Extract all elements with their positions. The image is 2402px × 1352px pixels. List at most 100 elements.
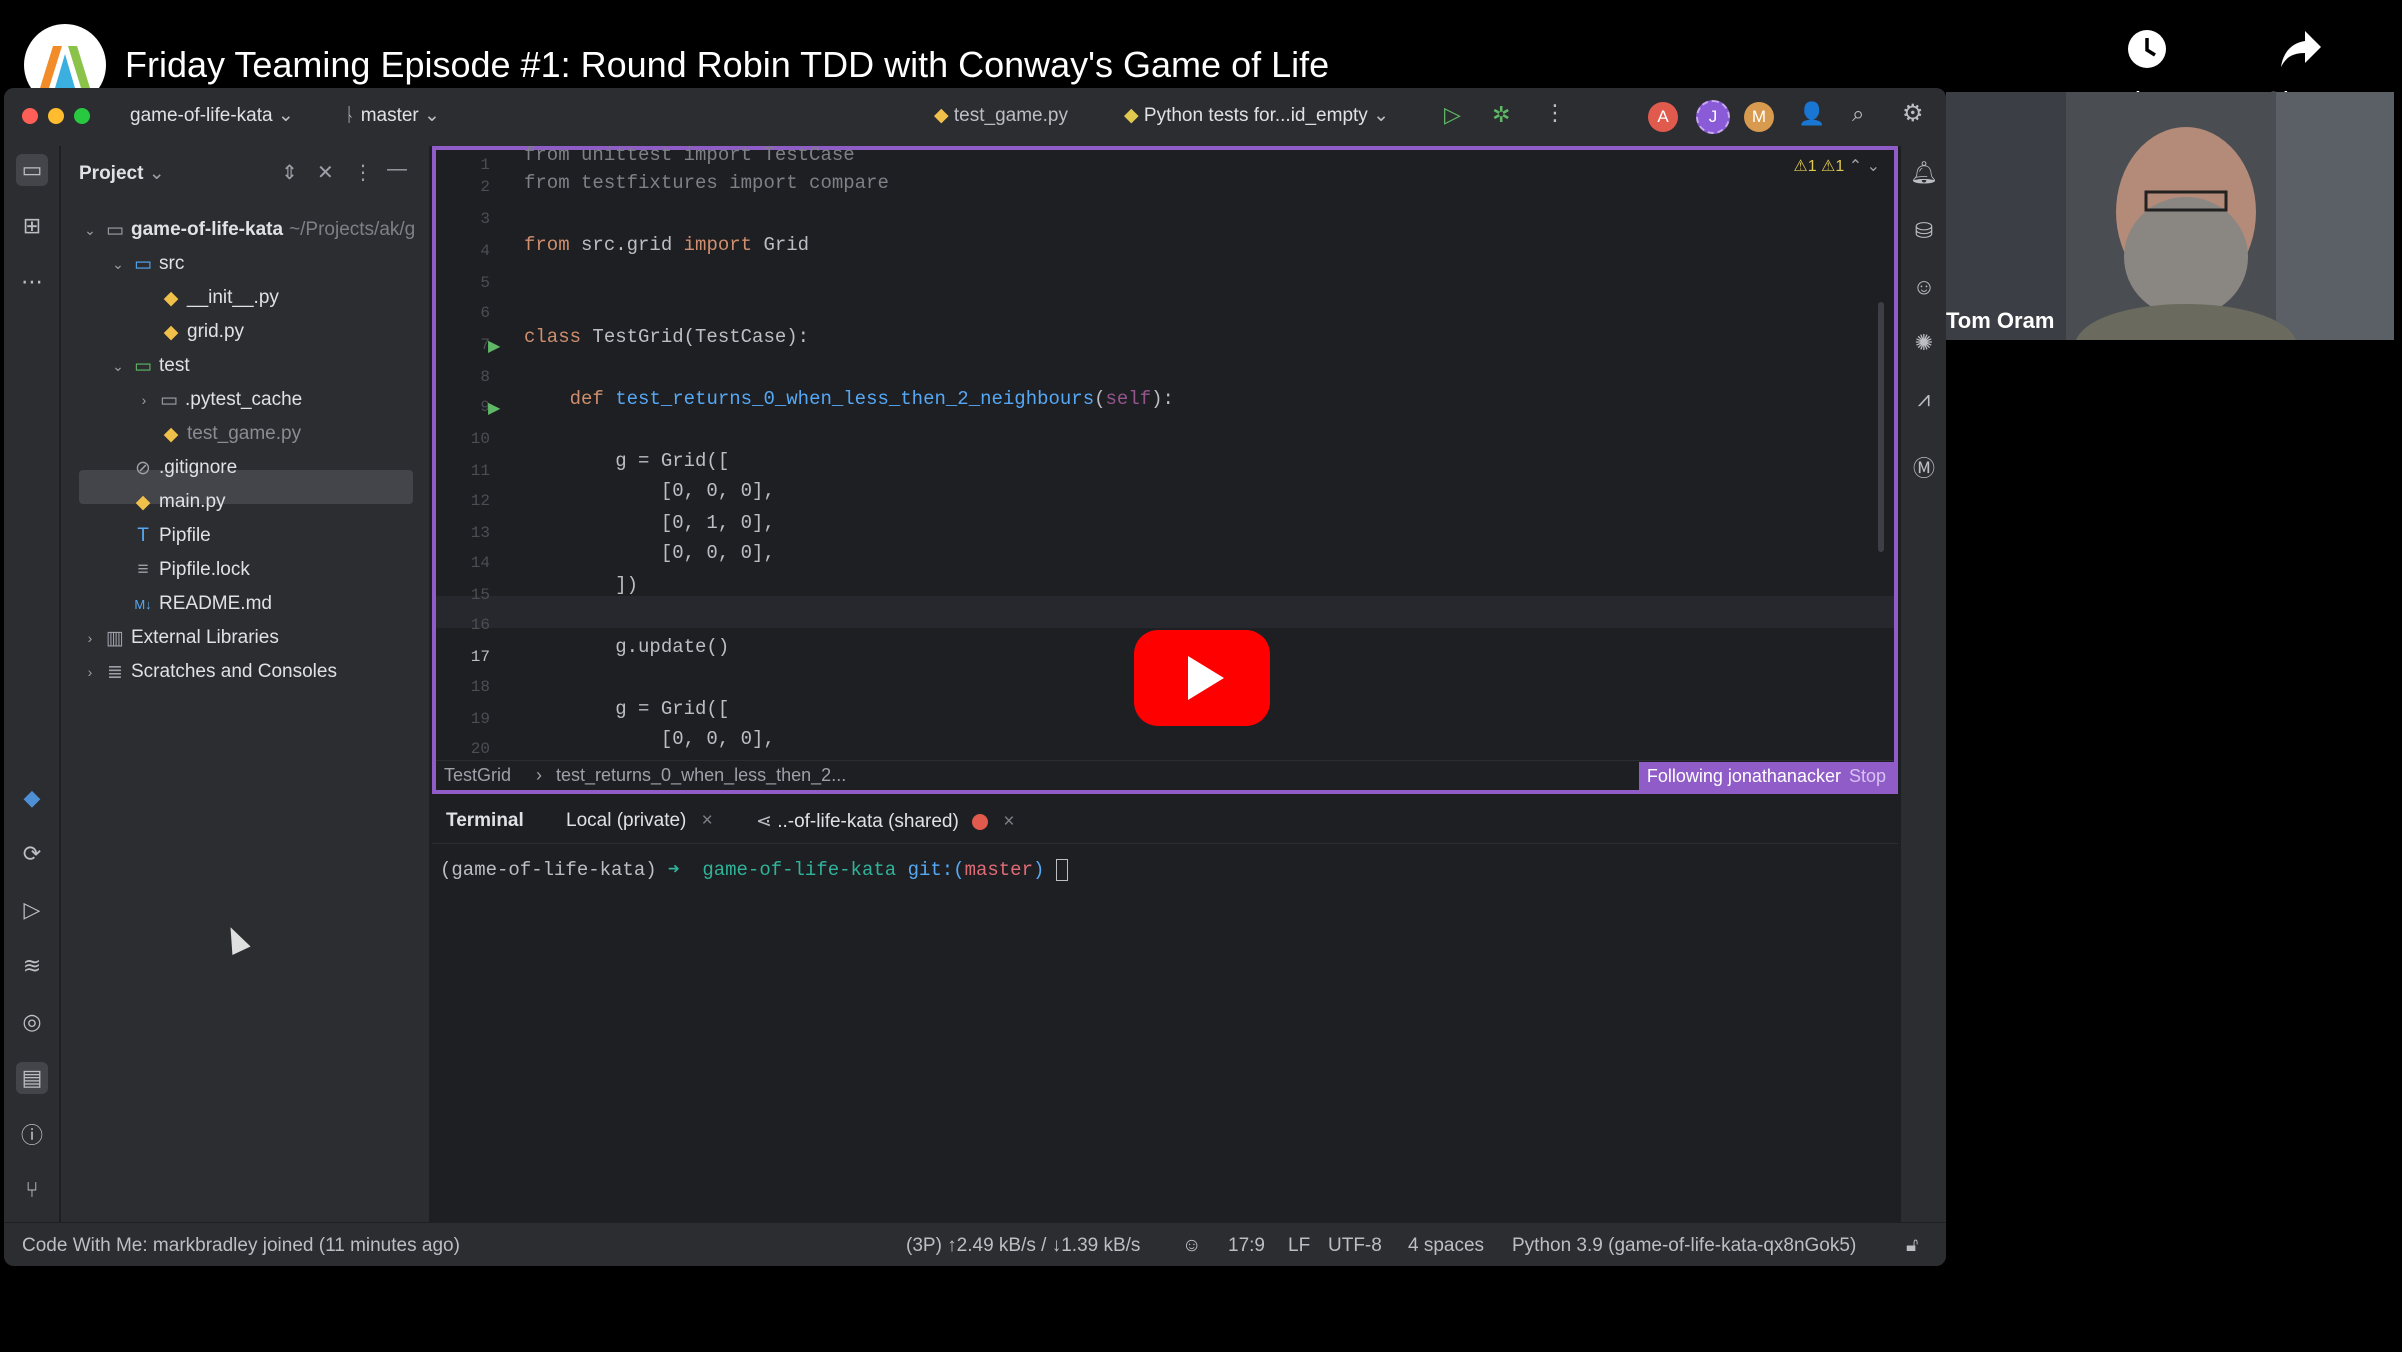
terminal-icon[interactable]: ▤ [16, 1062, 48, 1094]
sciview-icon[interactable]: ⩘ [1909, 384, 1939, 414]
ai-assistant-icon[interactable]: ✺ [1909, 328, 1939, 358]
branch-switcher[interactable]: ᚿ master ⌄ [344, 104, 440, 127]
more-tools-icon[interactable]: ⋯ [16, 266, 48, 298]
tree-item-gitignore[interactable]: ⊘ .gitignore [133, 452, 237, 484]
more-actions-icon[interactable]: ⋮ [1544, 100, 1566, 126]
line-number: 11 [470, 462, 490, 480]
breadcrumb-method[interactable]: test_returns_0_when_less_then_2... [556, 765, 846, 786]
close-tab-icon[interactable]: × [1003, 811, 1014, 832]
structure-icon[interactable]: ⊞ [16, 210, 48, 242]
markdown-preview-icon[interactable]: Ⓜ [1909, 452, 1939, 482]
project-panel-title[interactable]: Project ⌄ [79, 162, 165, 185]
problems-icon[interactable]: ⓘ [16, 1118, 48, 1150]
code-line: class TestGrid(TestCase): [524, 326, 810, 348]
editor-scrollbar[interactable] [1878, 202, 1884, 842]
tree-item-pipfile[interactable]: T Pipfile [133, 520, 211, 552]
hide-panel-icon[interactable]: — [387, 158, 407, 181]
avatar-a[interactable]: A [1648, 102, 1678, 132]
chevron-down-icon: ⌄ [112, 357, 124, 374]
chevron-down-icon: ⌄ [112, 255, 124, 272]
minimize-window-button[interactable] [48, 108, 64, 124]
breadcrumb-class[interactable]: TestGrid [444, 765, 511, 786]
copilot-icon[interactable]: ☺ [1909, 272, 1939, 302]
network-stats: (3P) ↑2.49 kB/s / ↓1.39 kB/s [906, 1235, 1141, 1256]
terminal-cursor [1055, 858, 1068, 881]
file-encoding[interactable]: UTF-8 [1328, 1235, 1382, 1257]
line-number: 4 [480, 242, 490, 260]
python-file-icon: ◆ [163, 423, 179, 445]
code-line: [0, 0, 0], [660, 480, 775, 502]
python-file-icon: ◆ [163, 321, 179, 343]
tree-item-init[interactable]: ◆ __init__.py [161, 282, 279, 314]
copilot-status-icon[interactable]: ☺ [1182, 1235, 1201, 1257]
run-config-selector[interactable]: ◆ Python tests for...id_empty ⌄ [1124, 104, 1389, 127]
run-tool-icon[interactable]: ▷ [16, 894, 48, 926]
line-separator[interactable]: LF [1288, 1235, 1310, 1257]
python-packages-icon[interactable]: ⟳ [16, 838, 48, 870]
python-file-icon: ◆ [135, 491, 151, 513]
library-icon: ▥ [106, 627, 124, 649]
breadcrumb-separator: › [536, 765, 542, 785]
tree-item-external-libraries[interactable]: › ▥ External Libraries [81, 622, 279, 654]
tree-item-scratches[interactable]: › ≣ Scratches and Consoles [81, 656, 337, 688]
debug-icon[interactable]: ✲ [1492, 102, 1510, 128]
line-number: 5 [480, 274, 490, 292]
stop-following-button[interactable]: Stop [1849, 766, 1886, 787]
run-test-gutter-icon[interactable]: ▶ [488, 398, 500, 418]
project-folder-icon[interactable]: ▭ [16, 154, 48, 186]
code-line: from src.grid import Grid [524, 234, 810, 256]
avatar-m[interactable]: M [1744, 102, 1774, 132]
close-tab-icon[interactable]: × [702, 810, 713, 831]
notifications-bell-icon[interactable]: 🔔︎ [1909, 158, 1939, 188]
code-line: [0, 0, 0], [660, 728, 775, 750]
presenter-image [1946, 92, 2394, 340]
expand-collapse-icon[interactable]: ⇕ [281, 160, 298, 185]
tree-item-grid[interactable]: ◆ grid.py [161, 316, 244, 348]
git-icon[interactable]: ⑂ [16, 1174, 48, 1206]
python-file-icon: ◆ [934, 105, 949, 126]
run-icon[interactable]: ▷ [1444, 102, 1461, 128]
caret-position[interactable]: 17:9 [1228, 1235, 1265, 1257]
tree-item-readme[interactable]: M↓ README.md [133, 588, 272, 620]
tab-shared-terminal[interactable]: ⋖ ..-of-life-kata (shared) × [756, 810, 1015, 833]
project-switcher[interactable]: game-of-life-kata ⌄ [130, 104, 294, 127]
play-button[interactable] [1134, 630, 1270, 726]
indent-setting[interactable]: 4 spaces [1408, 1235, 1484, 1257]
tree-item-main[interactable]: ◆ main.py [133, 486, 226, 518]
maximize-window-button[interactable] [74, 108, 90, 124]
tree-item-src[interactable]: ⌄ ▭ src [109, 248, 184, 280]
chevron-right-icon: › [87, 664, 93, 680]
tree-item-test[interactable]: ⌄ ▭ test [109, 350, 190, 382]
database-icon[interactable]: ⛁ [1909, 216, 1939, 246]
tree-item-pipfile-lock[interactable]: ≡ Pipfile.lock [133, 554, 249, 586]
tab-local-private[interactable]: Local (private) × [566, 810, 713, 832]
lock-icon[interactable]: 🔓︎ [1906, 1235, 1918, 1257]
run-class-gutter-icon[interactable]: ▶ [488, 336, 500, 356]
close-window-button[interactable] [22, 108, 38, 124]
tree-item-test-game[interactable]: ◆ test_game.py [161, 418, 301, 450]
avatar-j[interactable]: J [1696, 100, 1730, 134]
layers-icon[interactable]: ≋ [16, 950, 48, 982]
current-file-tab[interactable]: ◆ test_game.py [934, 104, 1068, 127]
tree-item-root[interactable]: ⌄ ▭ game-of-life-kata ~/Projects/ak/g [81, 214, 415, 246]
tab-terminal[interactable]: Terminal [446, 810, 524, 832]
user-badge-icon [972, 813, 989, 830]
inspection-warnings[interactable]: ⚠1 ⚠1 ⌃ ⌄ [1793, 156, 1880, 176]
search-icon[interactable]: ⌕ [1852, 101, 1864, 127]
add-user-icon[interactable]: 👤 [1798, 101, 1825, 127]
python-console-icon[interactable]: ◆ [16, 782, 48, 814]
services-icon[interactable]: ◎ [16, 1006, 48, 1038]
video-title[interactable]: Friday Teaming Episode #1: Round Robin T… [125, 44, 1329, 86]
tree-item-pytest-cache[interactable]: › ▭ .pytest_cache [135, 384, 303, 416]
python-interpreter[interactable]: Python 3.9 (game-of-life-kata-qx8nGok5) [1512, 1235, 1856, 1257]
code-line: [0, 1, 0], [660, 512, 775, 534]
video-header: Friday Teaming Episode #1: Round Robin T… [0, 0, 2402, 117]
status-message[interactable]: Code With Me: markbradley joined (11 min… [22, 1235, 460, 1257]
options-icon[interactable]: ⋮ [353, 160, 373, 185]
collapse-all-icon[interactable]: ✕ [317, 160, 334, 185]
title-bar: game-of-life-kata ⌄ ᚿ master ⌄ ◆ test_ga… [4, 88, 1946, 146]
code-line: g = Grid([ [615, 698, 730, 720]
settings-gear-icon[interactable]: ⚙ [1902, 99, 1924, 128]
line-number: 14 [470, 554, 490, 572]
terminal-panel[interactable]: Terminal Local (private) × ⋖ ..-of-life-… [432, 798, 1898, 1222]
